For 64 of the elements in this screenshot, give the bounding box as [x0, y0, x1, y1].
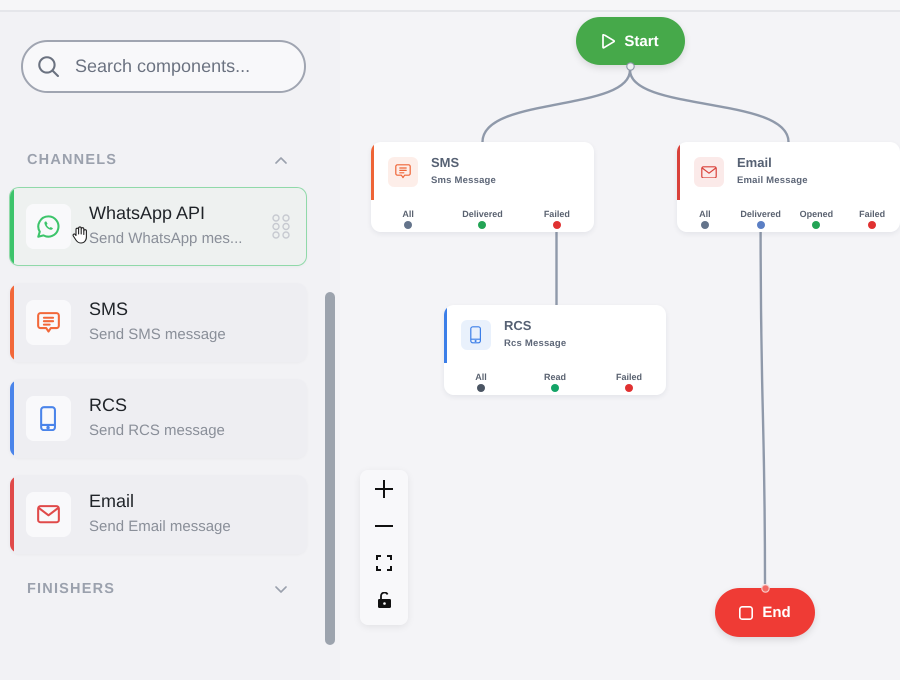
handle-dot-icon[interactable] [404, 221, 412, 229]
search-icon [38, 56, 59, 77]
smartphone-icon [470, 326, 482, 344]
handle-dot-icon[interactable] [477, 384, 485, 392]
handle-dot-icon[interactable] [700, 221, 709, 229]
handle-label: Failed [544, 209, 570, 220]
play-icon [602, 34, 616, 48]
chat-phone-icon [37, 215, 60, 238]
message-icon [395, 164, 411, 180]
plus-icon [375, 480, 393, 498]
chevron-down-icon[interactable] [275, 586, 287, 592]
handle-label: Delivered [740, 209, 781, 220]
handle-dot-icon[interactable] [625, 384, 633, 392]
end-node[interactable]: End [715, 588, 815, 637]
node-subtitle: Sms Message [431, 175, 496, 187]
handle-dot-icon[interactable] [551, 384, 559, 392]
component-card[interactable]: SMS Send SMS message [9, 283, 307, 362]
handle-label: Delivered [462, 209, 503, 220]
handle-label: All [475, 372, 487, 383]
corner-brackets-icon [376, 554, 392, 570]
envelope-icon [37, 505, 60, 524]
flow-node-card[interactable]: SMS Sms Message All Delivered Failed [371, 142, 594, 232]
handle-dot-icon[interactable] [812, 221, 820, 229]
scrollbar-thumb[interactable] [325, 292, 335, 645]
handle-label: Failed [616, 372, 642, 383]
section-title: CHANNELS [27, 152, 118, 168]
chevron-up-icon[interactable] [275, 156, 287, 164]
node-title: SMS [431, 155, 460, 171]
handle-label: All [699, 209, 711, 220]
card-description: Send Email message [89, 517, 232, 536]
smartphone-icon [40, 406, 57, 432]
card-title: SMS [89, 298, 130, 320]
envelope-icon [701, 166, 717, 178]
handle-label: All [402, 209, 414, 220]
node-subtitle: Rcs Message [504, 338, 566, 350]
component-card[interactable]: Email Send Email message [9, 475, 307, 554]
drag-handle-icon[interactable] [272, 214, 290, 239]
handle-dot-icon[interactable] [756, 221, 765, 229]
node-subtitle: Email Message [737, 175, 808, 187]
component-card[interactable]: WhatsApp API Send WhatsApp mes... [9, 187, 307, 266]
node-title: RCS [504, 318, 532, 334]
node-title: Email [737, 155, 773, 171]
search-field[interactable]: Search components... [21, 40, 306, 93]
card-description: Send SMS message [89, 325, 227, 344]
handle-label: Opened [800, 209, 834, 220]
square-icon [739, 606, 754, 620]
handle-label: Failed [859, 209, 886, 220]
handle-dot-icon[interactable] [868, 221, 876, 229]
flow-node-card[interactable]: Email Email Message All Delivered Opened Failed [677, 142, 900, 232]
section-title: FINISHERS [27, 581, 116, 597]
handle-dot-icon[interactable] [478, 221, 486, 229]
handle-dot-icon[interactable] [760, 584, 770, 592]
handle-label: Read [544, 372, 566, 383]
card-title: Email [89, 490, 136, 512]
component-card[interactable]: RCS Send RCS message [9, 379, 307, 458]
card-title: WhatsApp API [89, 202, 206, 224]
hand-cursor-icon [72, 226, 87, 244]
minus-icon [375, 524, 393, 526]
message-icon [37, 312, 60, 334]
card-description: Send WhatsApp mes... [89, 229, 244, 248]
card-title: RCS [89, 394, 128, 416]
flow-node-card[interactable]: RCS Rcs Message All Read Failed [444, 305, 666, 395]
handle-dot-icon[interactable] [552, 221, 561, 229]
card-description: Send RCS message [89, 421, 226, 440]
